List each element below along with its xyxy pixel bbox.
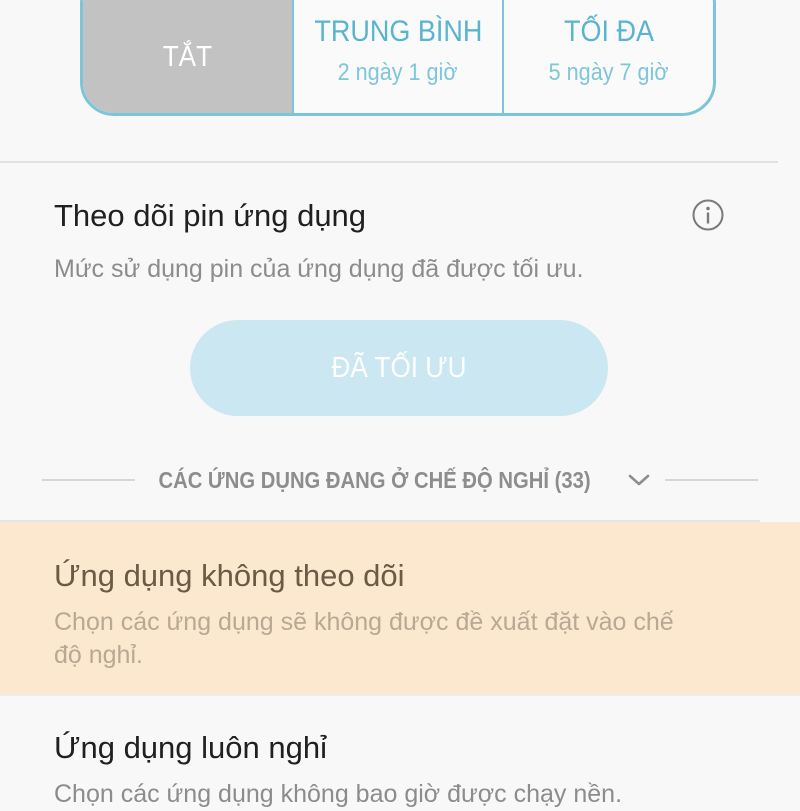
power-mode-medium[interactable]: TRUNG BÌNH 2 ngày 1 giờ: [294, 0, 505, 113]
unmonitored-apps-title: Ứng dụng không theo dõi: [54, 558, 405, 593]
power-mode-max-time: 5 ngày 7 giờ: [548, 59, 669, 86]
always-sleeping-apps-item[interactable]: Ứng dụng luôn nghỉ Chọn các ứng dụng khô…: [0, 694, 800, 808]
sleeping-apps-toggle[interactable]: CÁC ỨNG DỤNG ĐANG Ở CHẾ ĐỘ NGHỈ (33): [42, 458, 758, 502]
power-mode-medium-label: TRUNG BÌNH: [314, 15, 483, 48]
power-mode-max-label: TỐI ĐA: [563, 15, 654, 48]
chevron-down-icon: [628, 474, 649, 486]
always-sleeping-apps-title: Ứng dụng luôn nghỉ: [54, 730, 327, 765]
optimized-button[interactable]: ĐÃ TỐI ƯU: [190, 320, 608, 416]
always-sleeping-apps-description: Chọn các ứng dụng không bao giờ được chạ…: [54, 780, 623, 808]
app-power-monitor-description: Mức sử dụng pin của ứng dụng đã được tối…: [54, 255, 584, 283]
info-icon[interactable]: [692, 199, 724, 231]
divider-line-right: [664, 479, 758, 481]
power-mode-off[interactable]: TẮT: [83, 0, 294, 113]
section-divider: [0, 161, 778, 163]
optimized-button-label: ĐÃ TỐI ƯU: [331, 351, 467, 384]
power-mode-off-label: TẮT: [162, 40, 212, 73]
power-mode-medium-time: 2 ngày 1 giờ: [338, 59, 458, 86]
power-mode-selector: TẮT TRUNG BÌNH 2 ngày 1 giờ TỐI ĐA 5 ngà…: [80, 0, 716, 116]
app-power-monitor-title: Theo dõi pin ứng dụng: [54, 198, 367, 233]
sleeping-apps-header: CÁC ỨNG DỤNG ĐANG Ở CHẾ ĐỘ NGHỈ (33): [135, 467, 664, 494]
sleeping-apps-label: CÁC ỨNG DỤNG ĐANG Ở CHẾ ĐỘ NGHỈ (33): [158, 466, 592, 493]
unmonitored-apps-description: Chọn các ứng dụng sẽ không được đề xuất …: [54, 608, 674, 669]
unmonitored-apps-item[interactable]: Ứng dụng không theo dõi Chọn các ứng dụn…: [0, 522, 800, 694]
power-mode-max[interactable]: TỐI ĐA 5 ngày 7 giờ: [504, 0, 713, 113]
divider-line-left: [42, 479, 136, 481]
